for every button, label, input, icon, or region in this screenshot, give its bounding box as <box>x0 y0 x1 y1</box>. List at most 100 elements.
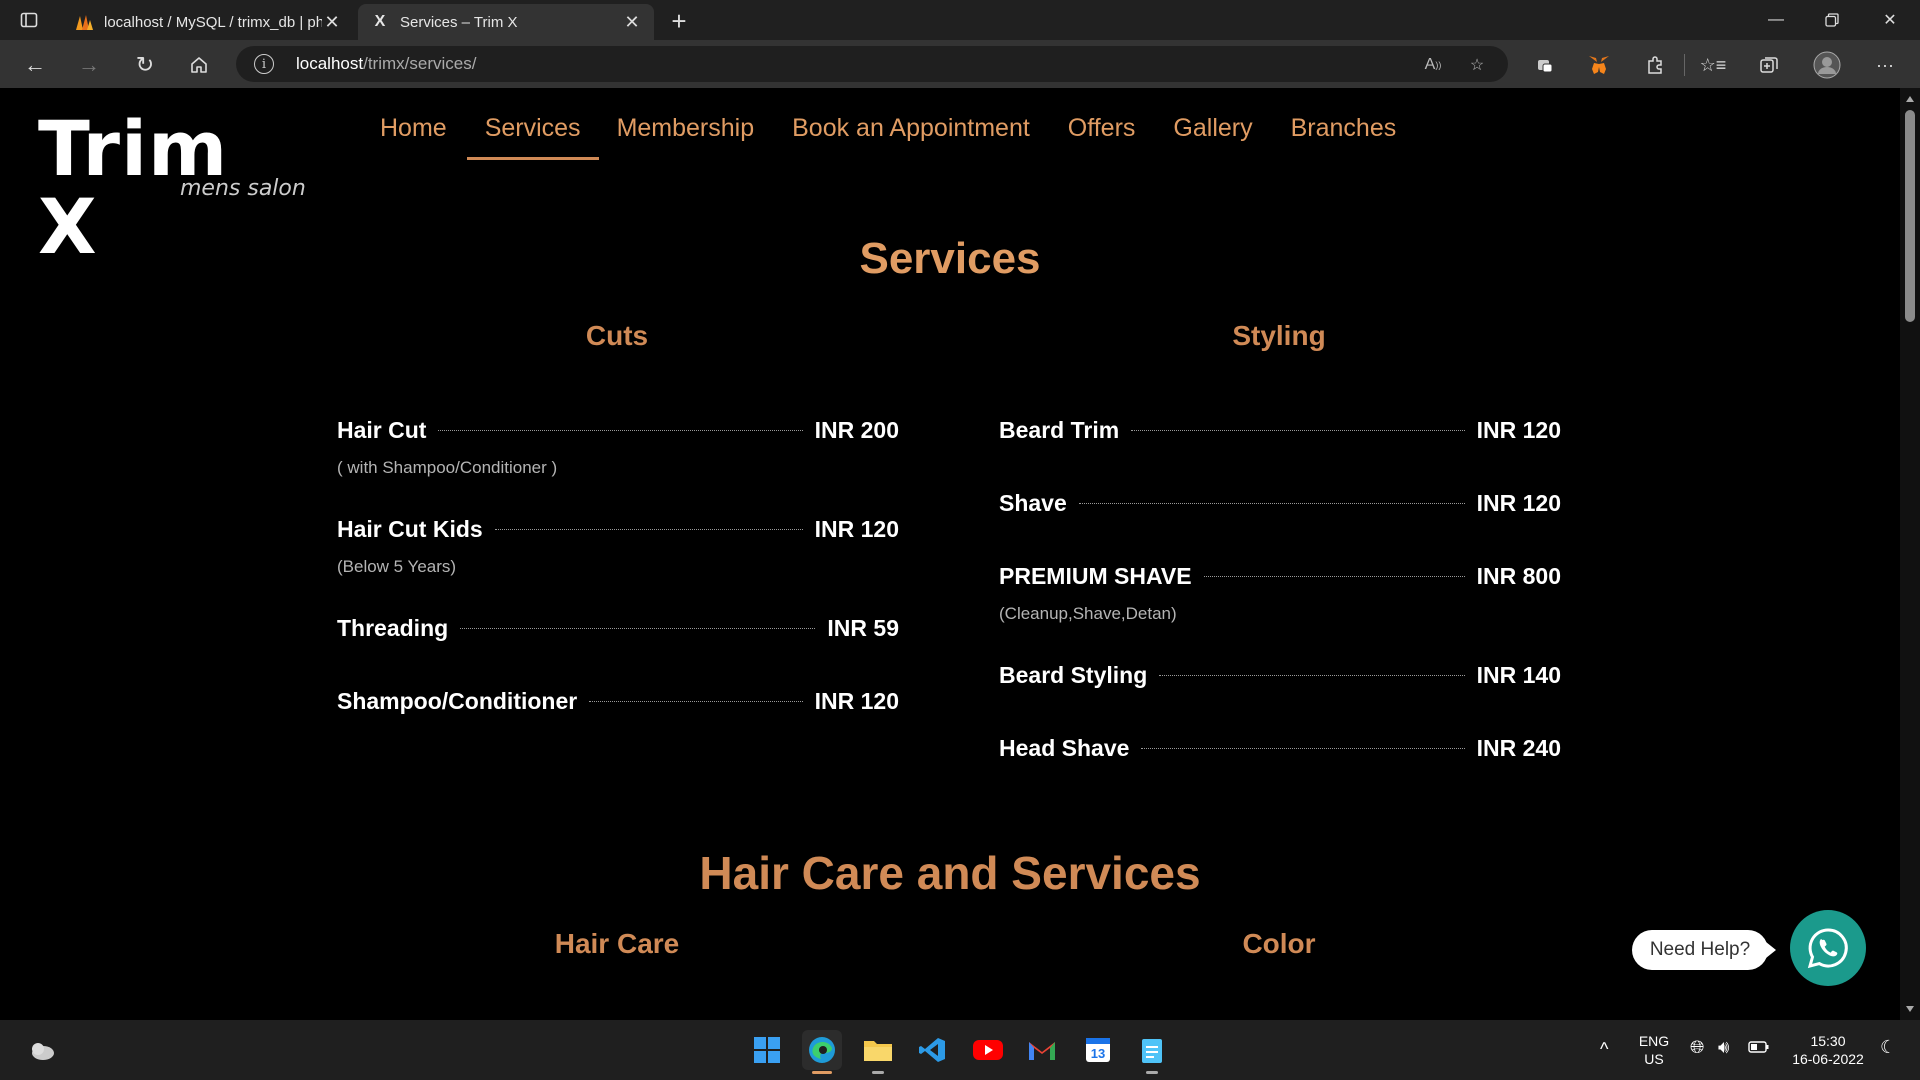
nav-gallery[interactable]: Gallery <box>1173 114 1252 160</box>
nav-services[interactable]: Services <box>466 114 599 160</box>
collections-icon[interactable] <box>1754 50 1784 80</box>
scroll-down-icon[interactable] <box>1906 1006 1914 1012</box>
service-price: INR 240 <box>1476 734 1561 761</box>
site-favicon-icon: X <box>374 13 386 30</box>
dotted-leader <box>1078 502 1465 504</box>
service-item: PREMIUM SHAVE INR 800 (Cleanup,Shave,Det… <box>999 560 1561 634</box>
favorites-icon[interactable]: ☆≡ <box>1698 50 1728 80</box>
clock[interactable]: 15:30 16-06-2022 <box>1784 1032 1872 1068</box>
browser-tab-bar: localhost / MySQL / trimx_db | php ✕ X S… <box>0 0 1920 40</box>
service-item: Beard Trim INR 120 <box>999 414 1561 446</box>
styling-title: Styling <box>1232 320 1326 351</box>
service-name: Hair Cut <box>337 416 427 443</box>
service-item: Head Shave INR 240 <box>999 732 1561 764</box>
site-logo[interactable]: Trim X mens salon <box>38 110 308 266</box>
nav-book-appointment[interactable]: Book an Appointment <box>792 114 1030 160</box>
service-note: (Below 5 Years) <box>337 557 457 576</box>
language-indicator[interactable]: ENG US <box>1636 1032 1672 1068</box>
page-scrollbar[interactable] <box>1900 88 1920 1020</box>
dotted-leader <box>1203 575 1465 577</box>
scroll-up-icon[interactable] <box>1906 96 1914 102</box>
nav-membership[interactable]: Membership <box>617 114 755 160</box>
service-item: Beard Styling INR 140 <box>999 659 1561 691</box>
restore-button[interactable] <box>1804 0 1860 40</box>
cuts-title: Cuts <box>585 320 649 351</box>
site-info-icon[interactable]: i <box>254 54 274 74</box>
settings-menu-icon[interactable]: ··· <box>1870 50 1900 80</box>
calendar-icon[interactable]: 13 <box>1078 1030 1118 1070</box>
back-icon[interactable]: ← <box>18 48 52 82</box>
service-name: Beard Trim <box>999 416 1120 443</box>
service-name: Hair Cut Kids <box>337 515 483 542</box>
service-name: Threading <box>337 614 449 641</box>
service-item: Hair Cut INR 200 ( with Shampoo/Conditio… <box>337 414 899 488</box>
dotted-leader <box>589 700 803 702</box>
weather-icon[interactable] <box>22 1030 62 1070</box>
add-favorite-icon[interactable]: ☆ <box>1466 54 1488 76</box>
logo-tagline: mens salon <box>180 176 306 201</box>
youtube-icon[interactable] <box>968 1030 1008 1070</box>
color-title: Color <box>1242 928 1316 959</box>
service-item: Hair Cut Kids INR 120 (Below 5 Years) <box>337 513 899 587</box>
service-item: Threading INR 59 <box>337 612 899 644</box>
address-bar[interactable]: i localhost/trimx/services/ A)) ☆ <box>236 46 1508 82</box>
service-note: ( with Shampoo/Conditioner ) <box>337 458 558 477</box>
extension-icon[interactable] <box>1530 50 1560 80</box>
hair-care-section-title: Hair Care and Services <box>699 847 1201 899</box>
dotted-leader <box>1159 674 1465 676</box>
tab-title: localhost / MySQL / trimx_db | php <box>104 13 322 31</box>
metamask-icon[interactable] <box>1584 50 1614 80</box>
service-name: Beard Styling <box>999 661 1148 688</box>
page-title: Services <box>859 234 1041 283</box>
service-price: INR 800 <box>1476 562 1561 589</box>
url-text[interactable]: localhost/trimx/services/ <box>296 54 476 74</box>
dotted-leader <box>1141 747 1465 749</box>
tab-actions-icon[interactable] <box>16 8 42 32</box>
site-nav: Home Services Membership Book an Appoint… <box>380 114 1434 160</box>
tab-title: Services – Trim X <box>400 13 518 31</box>
close-tab-icon[interactable]: ✕ <box>622 12 642 32</box>
nav-offers[interactable]: Offers <box>1068 114 1136 160</box>
close-tab-icon[interactable]: ✕ <box>322 12 342 32</box>
toolbar-divider <box>1684 54 1685 76</box>
battery-icon[interactable] <box>1748 1040 1770 1058</box>
volume-icon[interactable]: 🔊︎ <box>1718 1038 1729 1056</box>
svg-text:13: 13 <box>1091 1046 1105 1061</box>
need-help-bubble[interactable]: Need Help? <box>1632 930 1776 970</box>
service-price: INR 200 <box>814 416 899 443</box>
edge-icon[interactable] <box>802 1030 842 1074</box>
scroll-thumb[interactable] <box>1905 110 1915 322</box>
gmail-icon[interactable] <box>1022 1030 1062 1070</box>
styling-list: Beard Trim INR 120 Shave INR 120 PREMIUM… <box>999 414 1561 805</box>
show-hidden-icons-icon[interactable]: ^ <box>1600 1040 1608 1058</box>
do-not-disturb-icon[interactable]: ☾ <box>1880 1038 1896 1056</box>
nav-home[interactable]: Home <box>380 114 447 160</box>
page-viewport: Trim X mens salon Home Services Membersh… <box>0 88 1900 1020</box>
service-item: Shampoo/Conditioner INR 120 <box>337 685 899 717</box>
refresh-icon[interactable]: ↻ <box>128 48 162 82</box>
tab-services[interactable]: X Services – Trim X ✕ <box>358 4 654 40</box>
service-note: (Cleanup,Shave,Detan) <box>999 604 1177 623</box>
minimize-button[interactable]: — <box>1748 0 1804 40</box>
start-icon[interactable] <box>747 1030 787 1070</box>
service-price: INR 140 <box>1476 661 1561 688</box>
whatsapp-button[interactable] <box>1790 910 1866 986</box>
forward-icon[interactable]: → <box>72 48 106 82</box>
service-name: Shampoo/Conditioner <box>337 687 578 714</box>
whatsapp-icon <box>1807 928 1848 969</box>
file-explorer-icon[interactable] <box>858 1030 898 1074</box>
network-icon[interactable]: 🌐︎ <box>1690 1038 1704 1056</box>
tab-phpmyadmin[interactable]: localhost / MySQL / trimx_db | php ✕ <box>62 4 354 40</box>
new-tab-button[interactable]: + <box>664 6 694 36</box>
phpmyadmin-icon <box>74 12 94 32</box>
close-window-button[interactable]: ✕ <box>1862 0 1918 40</box>
home-icon[interactable] <box>182 48 216 82</box>
service-price: INR 120 <box>1476 416 1561 443</box>
notepad-icon[interactable] <box>1132 1030 1172 1074</box>
read-aloud-icon[interactable]: A)) <box>1422 54 1444 76</box>
service-price: INR 120 <box>814 687 899 714</box>
nav-branches[interactable]: Branches <box>1291 114 1397 160</box>
vscode-icon[interactable] <box>912 1030 952 1070</box>
profile-avatar[interactable] <box>1812 50 1842 80</box>
extensions-puzzle-icon[interactable] <box>1640 50 1670 80</box>
